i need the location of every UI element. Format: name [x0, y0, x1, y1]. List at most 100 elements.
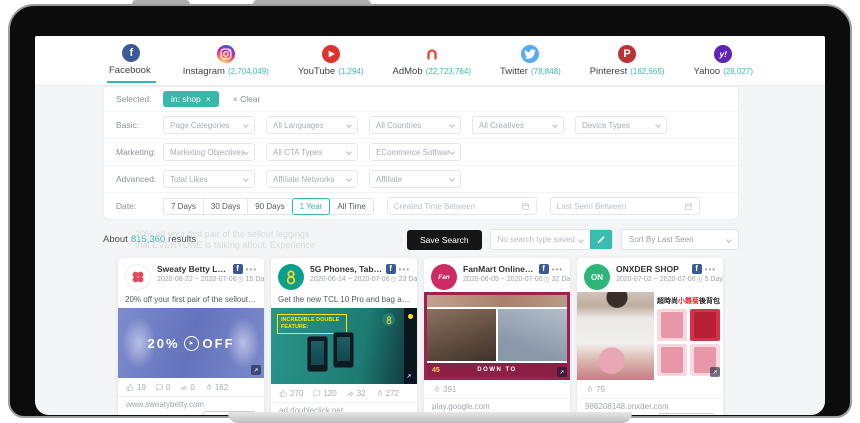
- play-icon[interactable]: [184, 336, 199, 351]
- all-languages-dropdown[interactable]: All Languages: [266, 116, 358, 134]
- open-creative-icon[interactable]: [710, 367, 720, 377]
- device-base: [228, 412, 632, 423]
- edit-saved-search-button[interactable]: [590, 230, 612, 249]
- tab-label: Twitter(78,848): [500, 66, 561, 77]
- selected-label: Selected:: [116, 94, 163, 104]
- advertiser-name[interactable]: FanMart Online Shopping - F...: [463, 264, 536, 274]
- date-30-days-button[interactable]: 30 Days: [203, 198, 248, 215]
- yahoo-icon: y!: [714, 45, 732, 63]
- chevron-down-icon: [346, 176, 352, 182]
- total-likes-dropdown[interactable]: Total Likes: [163, 170, 255, 188]
- open-creative-icon[interactable]: [404, 371, 414, 381]
- affiliate-networks-dropdown[interactable]: Affiliate Networks: [266, 170, 358, 188]
- ecommerce-softwares-dropdown[interactable]: ECommerce Softwares: [369, 143, 461, 161]
- all-creatives-dropdown[interactable]: All Creatives: [472, 116, 564, 134]
- ad-domain-link[interactable]: www.sweatybetty.com: [126, 400, 256, 409]
- card-header: Fan FanMart Online Shopping - F... f •••…: [424, 258, 570, 292]
- card-header: 5G Phones, Tablets & SIMs | ... f ••• 20…: [271, 258, 417, 292]
- chevron-down-icon: [449, 149, 455, 155]
- heat-icon: [585, 385, 594, 394]
- creative-photo: [577, 292, 654, 380]
- tab-pinterest[interactable]: P Pinterest(162,665): [588, 41, 667, 82]
- heat-icon: [375, 389, 384, 398]
- ad-creative[interactable]: 45 DOWN TO: [424, 292, 570, 380]
- marketing-filters-row: Marketing: Marketing Objectives All CTA …: [104, 138, 738, 165]
- date-label: Date:: [116, 201, 163, 211]
- heat-icon: [432, 385, 441, 394]
- pinterest-icon: P: [618, 45, 636, 63]
- ad-duration: 5 Days: [696, 276, 723, 283]
- chevron-down-icon: [449, 122, 455, 128]
- save-search-button[interactable]: Save Search: [407, 230, 482, 250]
- created-time-between-input[interactable]: Created Time Between: [387, 197, 537, 215]
- page-categories-dropdown[interactable]: Page Categories: [163, 116, 255, 134]
- like-stat: 270: [279, 389, 303, 398]
- date-all-time-button[interactable]: All Time: [329, 198, 373, 215]
- open-creative-icon[interactable]: [557, 367, 567, 377]
- like-icon: [279, 389, 288, 398]
- advertiser-name[interactable]: Sweaty Betty London | Wom...: [157, 264, 230, 274]
- card-menu-button[interactable]: •••: [399, 265, 410, 274]
- saved-search-dropdown[interactable]: No search type saved: [491, 230, 590, 249]
- learn-more-button[interactable]: Learn More: [658, 413, 715, 415]
- comment-stat: 0: [155, 383, 170, 392]
- date-1-year-button[interactable]: 1 Year: [292, 198, 331, 215]
- clear-filters-link[interactable]: × Clear: [233, 94, 261, 104]
- date-range-button-group: 7 Days 30 Days 90 Days 1 Year All Time: [163, 198, 374, 215]
- chevron-down-icon: [552, 122, 558, 128]
- ad-text: Get the new TCL 10 Pro and bag a free TC…: [271, 292, 417, 308]
- ad-card: 5G Phones, Tablets & SIMs | ... f ••• 20…: [271, 258, 417, 415]
- affiliate-dropdown[interactable]: Affiliate: [369, 170, 461, 188]
- saved-search-control: No search type saved: [490, 229, 613, 250]
- card-menu-button[interactable]: •••: [552, 265, 563, 274]
- selected-chip-in-shop[interactable]: in: shop×: [163, 91, 219, 107]
- tab-youtube[interactable]: YouTube(1,294): [296, 41, 366, 82]
- chevron-down-icon: [243, 122, 249, 128]
- pencil-icon: [596, 235, 606, 245]
- ad-text: 20% off your first pair of the sellout l…: [118, 292, 264, 308]
- all-cta-types-dropdown[interactable]: All CTA Types: [266, 143, 358, 161]
- ad-text-tooltip: 20% off your first pair of the sellout l…: [135, 229, 415, 251]
- heat-stat: 272: [375, 389, 399, 398]
- card-menu-button[interactable]: •••: [705, 265, 716, 274]
- marketing-objectives-dropdown[interactable]: Marketing Objectives: [163, 143, 255, 161]
- ad-creative[interactable]: INCREDIBLE DOUBLE FEATURE:: [271, 308, 417, 384]
- tab-admob[interactable]: AdMob(22,723,764): [391, 41, 473, 82]
- facebook-icon: f: [122, 44, 140, 62]
- ee-logo-icon: [382, 313, 395, 326]
- chip-remove-icon[interactable]: ×: [206, 94, 211, 104]
- creative-text: INCREDIBLE DOUBLE FEATURE:: [277, 314, 347, 334]
- tab-twitter[interactable]: Twitter(78,848): [498, 41, 563, 82]
- creative-text: 超時尚小雛菊後背包: [657, 296, 720, 306]
- advertiser-name[interactable]: 5G Phones, Tablets & SIMs | ...: [310, 264, 383, 274]
- tab-facebook[interactable]: f Facebook: [107, 40, 156, 83]
- all-countries-dropdown[interactable]: All Countries: [369, 116, 461, 134]
- open-creative-icon[interactable]: [251, 365, 261, 375]
- tab-label: YouTube(1,294): [298, 66, 364, 77]
- device-types-dropdown[interactable]: Device Types: [575, 116, 667, 134]
- advertiser-name[interactable]: ONXDER SHOP: [616, 264, 689, 274]
- ad-domain-link[interactable]: 986208148.onxder.com: [585, 402, 715, 411]
- ad-date-range: 2020-06-14 ~ 2020-07-06: [310, 276, 390, 283]
- tab-label: Instagram(2,704,049): [183, 66, 269, 77]
- network-tab-bar: f Facebook Instagram(2,704,049) YouTube(…: [35, 36, 825, 86]
- tab-yahoo[interactable]: y! Yahoo(28,027): [691, 41, 755, 82]
- share-icon: [346, 389, 355, 398]
- ad-duration: 15 Days: [237, 276, 264, 283]
- ad-creative[interactable]: 超時尚小雛菊後背包: [577, 292, 723, 380]
- facebook-badge-icon: f: [233, 264, 243, 274]
- page-content: Selected: in: shop× × Clear Basic: Page …: [35, 86, 825, 415]
- date-7-days-button[interactable]: 7 Days: [163, 198, 204, 215]
- ad-results-grid: Sweaty Betty London | Wom... f ••• 2020-…: [118, 258, 825, 415]
- ad-date-range: 2020-06-22 ~ 2020-07-06: [157, 276, 237, 283]
- tab-instagram[interactable]: Instagram(2,704,049): [181, 41, 271, 82]
- creative-price: 45: [432, 367, 440, 374]
- sort-by-dropdown[interactable]: Sort By Last Seen: [621, 229, 739, 250]
- ad-domain-link[interactable]: play.google.com: [432, 402, 562, 411]
- ad-duration: 32 Days: [543, 276, 570, 283]
- card-menu-button[interactable]: •••: [246, 265, 257, 274]
- device-mockup: f Facebook Instagram(2,704,049) YouTube(…: [0, 0, 860, 423]
- last-seen-between-input[interactable]: Last Seen Between: [550, 197, 700, 215]
- date-90-days-button[interactable]: 90 Days: [247, 198, 292, 215]
- ad-creative[interactable]: 20% OFF: [118, 308, 264, 378]
